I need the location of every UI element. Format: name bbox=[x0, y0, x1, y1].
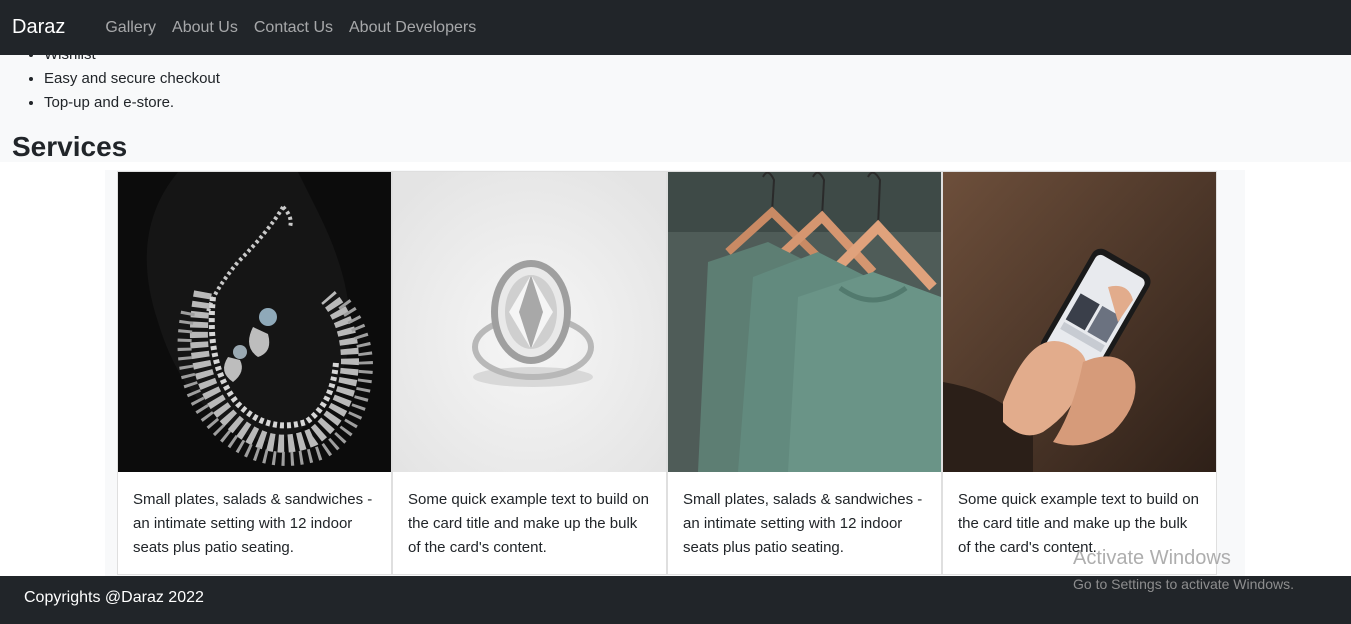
footer: Copyrights @Daraz 2022 bbox=[0, 576, 1351, 624]
feature-item: Wishlist bbox=[44, 55, 220, 67]
services-section: Small plates, salads & sandwiches - an i… bbox=[0, 162, 1351, 576]
service-card: Some quick example text to build on the … bbox=[942, 171, 1217, 575]
feature-item: Top-up and e-store. bbox=[44, 91, 220, 115]
footer-copyright: Copyrights @Daraz 2022 bbox=[24, 589, 204, 606]
card-group: Small plates, salads & sandwiches - an i… bbox=[105, 170, 1245, 576]
service-card: Small plates, salads & sandwiches - an i… bbox=[117, 171, 392, 575]
features-section: Wishlist Easy and secure checkout Top-up… bbox=[0, 55, 1351, 162]
nav-gallery[interactable]: Gallery bbox=[105, 19, 156, 37]
feature-item: Easy and secure checkout bbox=[44, 67, 220, 91]
phone-in-hands-image bbox=[943, 172, 1216, 472]
card-text: Small plates, salads & sandwiches - an i… bbox=[133, 491, 373, 556]
services-title: Services bbox=[12, 131, 128, 162]
silver-necklace-image bbox=[118, 172, 391, 472]
card-text: Small plates, salads & sandwiches - an i… bbox=[683, 491, 923, 556]
nav-links: Gallery About Us Contact Us About Develo… bbox=[105, 19, 492, 37]
green-tshirts-hangers-image bbox=[668, 172, 941, 472]
nav-about-developers[interactable]: About Developers bbox=[349, 19, 476, 37]
nav-about-us[interactable]: About Us bbox=[172, 19, 238, 37]
diamond-ring-image bbox=[393, 172, 666, 472]
navbar: Daraz Gallery About Us Contact Us About … bbox=[0, 0, 1351, 55]
service-card: Small plates, salads & sandwiches - an i… bbox=[667, 171, 942, 575]
features-list: Wishlist Easy and secure checkout Top-up… bbox=[44, 55, 220, 115]
card-text: Some quick example text to build on the … bbox=[958, 491, 1199, 556]
brand-logo[interactable]: Daraz bbox=[12, 0, 65, 55]
nav-contact-us[interactable]: Contact Us bbox=[254, 19, 333, 37]
service-card: Some quick example text to build on the … bbox=[392, 171, 667, 575]
card-text: Some quick example text to build on the … bbox=[408, 491, 649, 556]
